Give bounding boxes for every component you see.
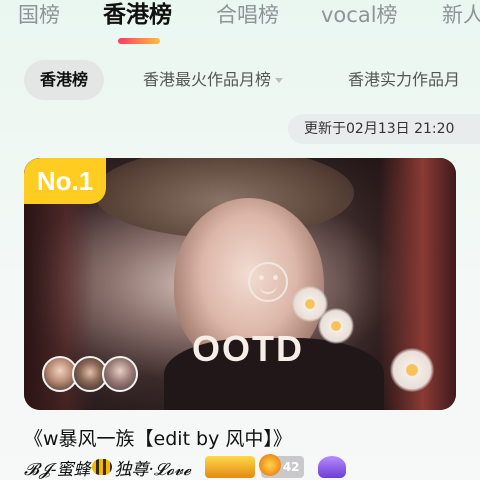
song-title[interactable]: 《w暴风一族【edit by 风中】》 <box>24 424 464 451</box>
active-tab-indicator <box>118 38 160 44</box>
avatar[interactable] <box>102 356 138 392</box>
smiley-icon <box>248 262 288 302</box>
flower-icon <box>318 308 354 344</box>
cover-overlay-text: OOTD <box>192 328 304 369</box>
vip-badge-icon <box>317 456 346 478</box>
crown-medal-icon <box>204 456 255 478</box>
author-row: 𝓑𝓙-蜜蜂 独尊·𝓛𝓸𝓿𝓮 42 <box>24 454 480 480</box>
bee-icon <box>92 459 113 475</box>
subtab-strength-monthly[interactable]: 香港实力作品月 <box>348 60 460 100</box>
subtab-hongkong-chart[interactable]: 香港榜 <box>24 60 105 100</box>
author-name-suffix[interactable]: 独尊·𝓛𝓸𝓿𝓮 <box>114 455 190 480</box>
tab-vocal[interactable]: vocal榜 <box>321 0 398 30</box>
tab-national[interactable]: 国榜 <box>18 0 60 30</box>
tab-newcomer[interactable]: 新人 <box>442 0 480 30</box>
flower-icon <box>390 348 434 392</box>
tab-hongkong[interactable]: 香港榜 <box>103 0 172 30</box>
top-tab-bar: 国榜 香港榜 合唱榜 vocal榜 新人 <box>0 0 480 44</box>
sub-tab-bar: 香港榜 香港最火作品月榜 香港实力作品月 <box>0 60 480 100</box>
updated-timestamp: 更新于02月13日 21:20 <box>288 114 480 144</box>
crown-icon <box>258 454 281 476</box>
level-value: 42 <box>282 460 300 474</box>
top-song-cover[interactable]: OOTD No.1 <box>24 158 456 410</box>
author-name-prefix[interactable]: 𝓑𝓙-蜜蜂 <box>24 455 90 480</box>
rank-badge: No.1 <box>24 158 106 204</box>
tab-chorus[interactable]: 合唱榜 <box>216 0 279 30</box>
subtab-hottest-monthly-label: 香港最火作品月榜 <box>143 70 272 89</box>
dropdown-caret-icon <box>275 78 284 83</box>
subtab-hottest-monthly[interactable]: 香港最火作品月榜 <box>143 60 284 100</box>
level-badge: 42 <box>258 454 304 478</box>
